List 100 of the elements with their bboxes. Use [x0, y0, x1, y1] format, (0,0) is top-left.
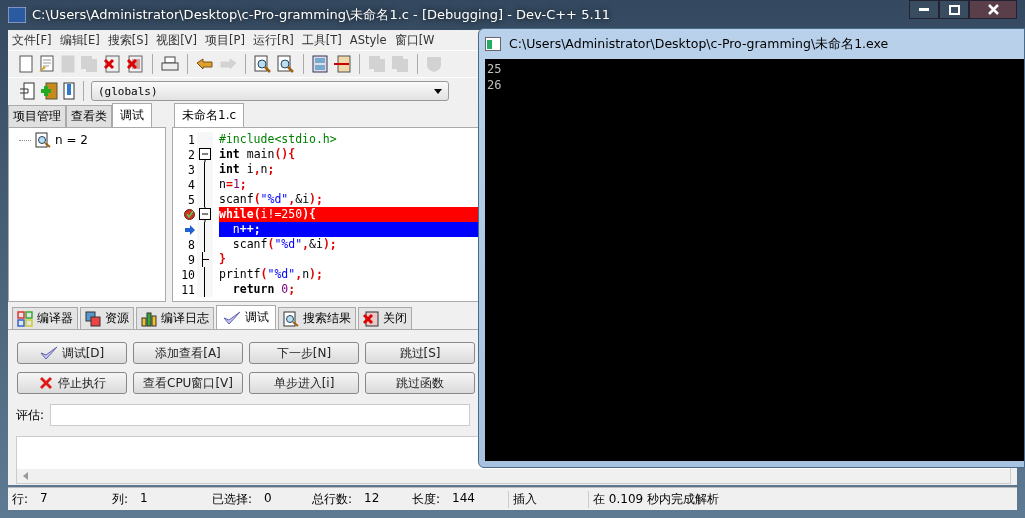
output-tab[interactable]: 搜索结果 [278, 307, 356, 329]
status-label: 行: [12, 490, 29, 508]
grid-icon [17, 310, 33, 327]
output-tab[interactable]: 资源 [80, 307, 134, 329]
fold-gutter[interactable] [197, 222, 213, 237]
project-icon[interactable] [18, 81, 36, 101]
console-output-line: 26 [487, 77, 503, 93]
menu-item[interactable]: 工具[T] [301, 32, 342, 48]
code-line: int main(){ [219, 147, 297, 162]
line-number: 3 [188, 162, 195, 177]
app-icon [8, 7, 26, 23]
search-icon [283, 310, 299, 327]
line-number: 8 [188, 237, 195, 252]
output-tab[interactable]: 编译日志 [136, 307, 214, 329]
debug-button[interactable]: 单步进入[i] [249, 372, 359, 394]
search-icon[interactable] [253, 54, 273, 74]
panel-icon[interactable] [311, 54, 329, 74]
menu-item[interactable]: 项目[P] [204, 32, 245, 48]
code-line: printf("%d",n); [219, 267, 324, 282]
close-button[interactable] [969, 0, 1017, 19]
bar-chart-icon [141, 310, 157, 327]
maximize-button[interactable] [939, 0, 969, 19]
debug-button[interactable]: 跳过函数 [365, 372, 475, 394]
debug-button[interactable]: 下一步[N] [249, 342, 359, 364]
output-tab[interactable]: 调试 [216, 305, 276, 329]
status-value: 12 [364, 490, 380, 507]
code-line: return 0; [231, 282, 297, 297]
status-value: 144 [452, 490, 475, 507]
status-label: 总行数: [312, 490, 353, 508]
line-number: 2 [188, 147, 195, 162]
caret-icon [434, 88, 442, 94]
debug-button[interactable]: 添加查看[A] [133, 342, 243, 364]
code-line: } [219, 252, 227, 267]
menu-item[interactable]: 文件[F] [12, 32, 52, 48]
panel-tab[interactable]: 项目管理 [8, 105, 66, 127]
minimize-icon [919, 7, 929, 12]
console-icon [485, 37, 501, 51]
document-pen-icon[interactable] [37, 54, 57, 74]
panel-tab[interactable]: 调试 [112, 103, 152, 127]
status-label: 插入 [513, 490, 537, 508]
code-line: #include<stdio.h> [219, 132, 338, 147]
debug-button[interactable]: 跳过[S] [365, 342, 475, 364]
code-line: scanf("%d",&i); [219, 192, 324, 207]
line-number: 4 [188, 177, 195, 192]
horizontal-scrollbar[interactable] [17, 469, 1010, 483]
line-number: 1 [188, 132, 195, 147]
add-icon[interactable] [39, 81, 59, 101]
panel-tab[interactable]: 查看类 [66, 105, 112, 127]
debug-button[interactable]: 调试[D] [17, 342, 127, 364]
file-tab[interactable]: 未命名1.c [174, 103, 245, 127]
documents-x-icon[interactable] [125, 54, 145, 74]
code-line: n=1; [219, 177, 248, 192]
document-x-icon[interactable] [102, 54, 122, 74]
menu-item[interactable]: AStyle [349, 33, 387, 47]
undo-arrow-icon[interactable] [195, 57, 215, 71]
fold-gutter[interactable] [197, 207, 213, 222]
printer-icon[interactable] [160, 55, 180, 73]
window-title: C:\Users\Administrator\Desktop\c-Pro-gramming\未命名1.c - [Debugging] - Dev-C++ 5.11 [32, 6, 611, 24]
maximize-icon [948, 4, 960, 15]
close-icon [363, 310, 379, 327]
arrow-icon [185, 224, 195, 235]
fold-gutter[interactable] [197, 162, 213, 177]
status-label: 已选择: [212, 490, 253, 508]
line-number: 9 [188, 252, 195, 267]
debug-button[interactable]: 停止执行 [17, 372, 127, 394]
fold-gutter[interactable] [197, 282, 213, 297]
watch-item[interactable]: n = 2 [55, 133, 88, 147]
console-output-line: 25 [487, 61, 503, 77]
fold-gutter[interactable] [197, 147, 213, 162]
indent-icon[interactable] [332, 54, 352, 74]
scope-dropdown[interactable]: (globals) [91, 81, 449, 101]
line-number: 10 [181, 267, 195, 282]
status-label: 列: [112, 490, 129, 508]
breakpoint-icon[interactable] [184, 209, 195, 220]
output-tab[interactable]: 编译器 [12, 307, 78, 329]
evaluate-label: 评估: [16, 406, 45, 424]
status-value: 0 [264, 490, 272, 507]
console-title: C:\Users\Administrator\Desktop\c-Pro-gramming\未命名1.exe [509, 35, 889, 53]
close-icon [987, 4, 999, 15]
fold-gutter[interactable] [197, 192, 213, 207]
menu-item[interactable]: 窗口[W [394, 32, 435, 48]
menu-item[interactable]: 视图[V] [156, 32, 197, 48]
document-icon[interactable] [18, 54, 34, 74]
evaluate-field[interactable] [50, 404, 471, 426]
status-label: 长度: [412, 490, 441, 508]
search-icon[interactable] [276, 54, 296, 74]
menu-item[interactable]: 搜索[S] [107, 32, 149, 48]
output-tab[interactable]: 关闭 [358, 307, 412, 329]
debug-button[interactable]: 查看CPU窗口[V] [133, 372, 243, 394]
status-value: 7 [40, 490, 48, 507]
menu-item[interactable]: 编辑[E] [59, 32, 100, 48]
layers-icon [85, 310, 101, 327]
status-value: 1 [140, 490, 148, 507]
line-number: 11 [181, 282, 195, 297]
code-line: scanf("%d",&i); [231, 237, 338, 252]
checkmark-icon [39, 346, 58, 360]
menu-item[interactable]: 运行[R] [252, 32, 294, 48]
bookmark-icon[interactable] [62, 81, 76, 101]
minimize-button[interactable] [909, 0, 939, 19]
line-number: 5 [188, 192, 195, 207]
